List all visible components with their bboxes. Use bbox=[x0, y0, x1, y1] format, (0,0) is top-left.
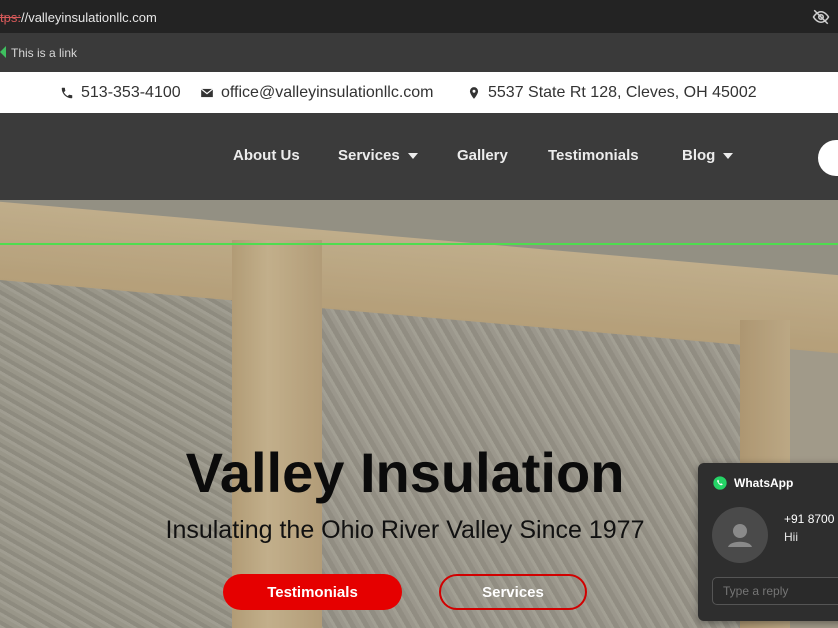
main-navigation: About Us Services Gallery Testimonials B… bbox=[0, 113, 838, 200]
nav-item-blog[interactable]: Blog bbox=[682, 147, 734, 164]
nav-label: Services bbox=[338, 147, 400, 164]
phone-number: 513-353-4100 bbox=[81, 84, 181, 101]
email-address: office@valleyinsulationllc.com bbox=[221, 84, 434, 101]
url-text[interactable]: tps://valleyinsulationllc.com bbox=[0, 10, 157, 25]
url-scheme: tps: bbox=[0, 10, 21, 25]
nav-item-services[interactable]: Services bbox=[338, 147, 418, 164]
eye-off-icon[interactable] bbox=[812, 8, 830, 26]
whatsapp-chat-widget[interactable]: WhatsApp +91 8700 Hii bbox=[698, 463, 838, 621]
browser-address-bar[interactable]: tps://valleyinsulationllc.com bbox=[0, 0, 838, 34]
email-link[interactable]: office@valleyinsulationllc.com bbox=[200, 83, 433, 103]
link-hint-text: This is a link bbox=[11, 46, 78, 60]
nav-label: About Us bbox=[233, 147, 300, 164]
hero-title: Valley Insulation bbox=[185, 441, 625, 504]
phone-icon bbox=[61, 87, 73, 99]
chevron-down-icon bbox=[407, 152, 418, 159]
user-icon bbox=[728, 524, 752, 547]
nav-item-about-us[interactable]: About Us bbox=[233, 147, 300, 164]
whatsapp-contact-number: +91 8700 bbox=[784, 512, 835, 526]
focus-guide-line bbox=[0, 243, 838, 245]
nav-label: Blog bbox=[682, 147, 716, 164]
nav-label: Gallery bbox=[457, 147, 508, 164]
nav-item-testimonials[interactable]: Testimonials bbox=[548, 147, 639, 164]
hero-subtitle: Insulating the Ohio River Valley Since 1… bbox=[165, 516, 645, 544]
nav-item-gallery[interactable]: Gallery bbox=[457, 147, 508, 164]
contact-bar: 513-353-4100 office@valleyinsulationllc.… bbox=[0, 72, 838, 113]
whatsapp-message: Hii bbox=[784, 530, 798, 544]
avatar bbox=[712, 507, 768, 563]
phone-link[interactable]: 513-353-4100 bbox=[60, 83, 181, 103]
url-domain: //valleyinsulationllc.com bbox=[20, 10, 157, 25]
whatsapp-title: WhatsApp bbox=[734, 476, 794, 490]
header-cta-button[interactable] bbox=[818, 140, 838, 176]
link-hint-bar: This is a link bbox=[0, 34, 838, 72]
street-address: 5537 State Rt 128, Cleves, OH 45002 bbox=[488, 84, 757, 101]
chevron-down-icon bbox=[723, 152, 734, 159]
whatsapp-reply-input[interactable] bbox=[712, 577, 838, 605]
services-button[interactable]: Services bbox=[439, 574, 587, 610]
address-link[interactable]: 5537 State Rt 128, Cleves, OH 45002 bbox=[467, 83, 757, 103]
whatsapp-icon bbox=[713, 476, 727, 490]
link-arrow-icon bbox=[0, 46, 6, 58]
envelope-icon bbox=[200, 88, 214, 98]
testimonials-button[interactable]: Testimonials bbox=[223, 574, 402, 610]
whatsapp-header: WhatsApp bbox=[712, 475, 793, 491]
map-pin-icon bbox=[469, 87, 479, 99]
nav-label: Testimonials bbox=[548, 147, 639, 164]
